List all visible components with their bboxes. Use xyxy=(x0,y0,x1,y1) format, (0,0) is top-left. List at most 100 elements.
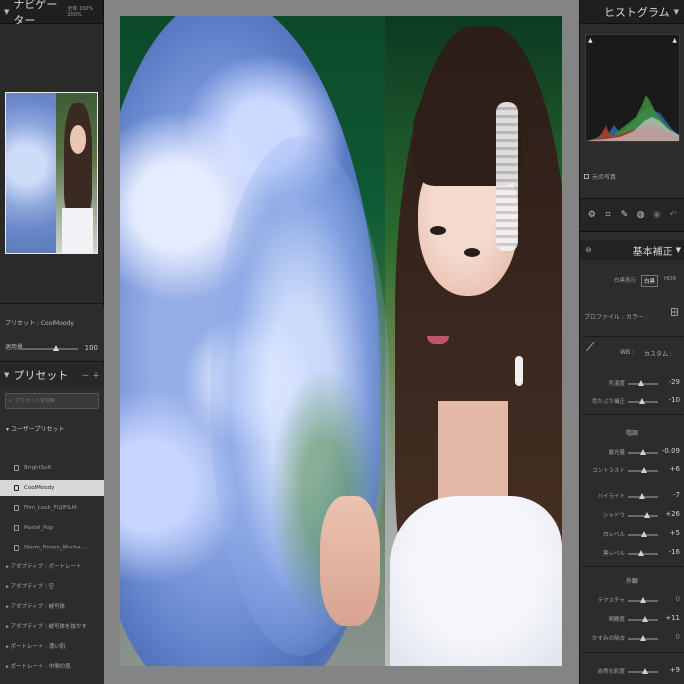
preset-group[interactable]: ▸ アダプティブ : 被写体を抜かす xyxy=(6,622,87,630)
slider-label: 黒レベル xyxy=(602,551,625,557)
vibrance-row: 自然な彩度 +9 xyxy=(580,665,684,677)
collapse-triangle-icon[interactable]: ▼ xyxy=(676,246,681,254)
preset-item[interactable]: Film_Look_FUJIFILM xyxy=(0,500,104,516)
preset-search-field[interactable]: ⌕ xyxy=(5,393,99,409)
slider-track[interactable] xyxy=(628,668,658,674)
collapse-triangle-icon[interactable]: ▼ xyxy=(4,8,9,16)
navigator-header[interactable]: ▼ ナビゲーター 全体 100% 200% xyxy=(0,0,103,27)
slider-row: かすみの除去 0 xyxy=(580,632,684,644)
slider-value[interactable]: 0 xyxy=(676,633,680,641)
slider-value[interactable]: -10 xyxy=(669,396,680,404)
profile-browser-icon[interactable] xyxy=(671,308,678,316)
slider-track[interactable] xyxy=(628,616,658,622)
slider-track[interactable] xyxy=(628,380,658,386)
slider-track[interactable] xyxy=(628,493,658,499)
treatment-bw-preview[interactable]: 白黒表示 xyxy=(614,276,636,284)
redeye-icon[interactable]: ◉ xyxy=(652,210,661,220)
highlight-clipping-icon[interactable]: ▲ xyxy=(672,37,677,44)
slider-value[interactable]: +11 xyxy=(665,614,680,622)
slider-track[interactable] xyxy=(628,635,658,641)
profile-label[interactable]: プロファイル : カラー : xyxy=(584,312,648,321)
healing-icon[interactable]: ✎ xyxy=(620,210,629,220)
shadow-clipping-icon[interactable]: ▲ xyxy=(588,37,593,44)
slider-value[interactable]: +6 xyxy=(670,465,680,473)
mask-icon[interactable]: ◍ xyxy=(636,210,645,220)
presence-title: 外観 xyxy=(626,578,639,585)
original-photo-toggle[interactable]: 元の写真 xyxy=(584,172,616,181)
collapse-triangle-icon[interactable]: ▼ xyxy=(4,371,9,379)
slider-value[interactable]: -29 xyxy=(669,378,680,386)
basic-panel-header[interactable]: ⊖ 基本補正 ▼ xyxy=(580,240,684,260)
slider-knob[interactable] xyxy=(640,531,647,537)
collapse-triangle-icon[interactable]: ▼ xyxy=(674,8,679,16)
slider-knob[interactable] xyxy=(640,597,646,603)
treatment-hdr[interactable]: HDR xyxy=(664,276,676,282)
slider-track[interactable] xyxy=(628,597,658,603)
wb-preset-select[interactable]: カスタム : xyxy=(644,349,672,358)
slider-row: テクスチャ 0 xyxy=(580,594,684,606)
slider-knob[interactable] xyxy=(641,616,648,622)
preset-item[interactable]: BrightSoft xyxy=(0,460,104,476)
preset-amount-panel: プリセット : CoolMoody 適用量 100 xyxy=(0,306,104,362)
slider-track[interactable] xyxy=(628,449,658,455)
slider-value[interactable]: 0 xyxy=(676,595,680,603)
preset-group[interactable]: ▸ アダプティブ : 被写体 xyxy=(6,602,65,610)
slider-knob[interactable] xyxy=(637,550,644,556)
slider-label: 色かぶり補正 xyxy=(591,399,625,405)
basic-panel-title: 基本補正 xyxy=(632,246,673,258)
presets-panel: ▼ プリセット － ＋ ⌕ ▾ ユーザープリセット BrightSoft Cool… xyxy=(0,364,104,684)
preset-search-input[interactable] xyxy=(14,398,95,404)
edit-sliders-icon[interactable]: ⚙ xyxy=(587,210,596,220)
panel-toggle-icon[interactable]: ⊖ xyxy=(584,245,593,255)
preset-item[interactable]: CoolMoody xyxy=(0,480,104,496)
crop-icon[interactable]: ⌗ xyxy=(604,210,613,220)
preset-group[interactable]: ▸ ポートレート : 濃い肌 xyxy=(6,642,65,650)
image-canvas[interactable] xyxy=(104,0,579,684)
slider-value[interactable]: +5 xyxy=(670,529,680,537)
slider-knob[interactable] xyxy=(640,467,647,473)
slider-track[interactable] xyxy=(628,398,658,404)
checkbox[interactable] xyxy=(584,174,589,179)
slider-knob[interactable] xyxy=(640,635,646,641)
slider-row: 黒レベル -16 xyxy=(580,547,684,559)
slider-knob[interactable] xyxy=(643,512,650,518)
wb-eyedropper-icon[interactable]: ⟋ xyxy=(586,340,596,360)
slider-track[interactable] xyxy=(628,467,658,473)
slider-knob[interactable] xyxy=(639,493,646,499)
slider-knob[interactable] xyxy=(639,449,646,455)
undo-icon[interactable]: ↶ xyxy=(669,210,678,220)
slider-track[interactable] xyxy=(628,512,658,518)
amount-slider[interactable] xyxy=(22,345,78,351)
slider-knob[interactable] xyxy=(641,668,648,674)
slider-value[interactable]: +26 xyxy=(665,510,680,518)
navigator-thumbnail[interactable] xyxy=(5,92,98,254)
slider-knob[interactable] xyxy=(637,380,644,386)
slider-value[interactable]: -0.09 xyxy=(662,447,680,455)
slider-knob[interactable] xyxy=(638,398,645,404)
navigator-preview[interactable] xyxy=(0,24,103,304)
histogram-ticks: ----- xyxy=(586,154,676,160)
slider-label: ハイライト xyxy=(597,494,625,500)
amount-slider-knob[interactable] xyxy=(52,345,59,351)
presets-title: プリセット xyxy=(13,369,69,382)
preset-group[interactable]: ▸ アダプティブ : 空 xyxy=(6,582,54,590)
main-photo[interactable] xyxy=(120,16,562,666)
presets-header[interactable]: ▼ プリセット － ＋ xyxy=(0,364,104,386)
slider-row: 露光量 -0.09 xyxy=(580,446,684,458)
navigator-zoom-levels[interactable]: 全体 100% 200% xyxy=(67,5,99,18)
preset-item[interactable]: Pastel_Pop xyxy=(0,520,104,536)
histogram[interactable]: ▲ ▲ xyxy=(585,34,680,142)
slider-value[interactable]: -7 xyxy=(673,491,680,499)
slider-track[interactable] xyxy=(628,531,658,537)
add-remove-preset-buttons[interactable]: － ＋ xyxy=(81,370,100,381)
slider-row: ハイライト -7 xyxy=(580,490,684,502)
amount-value[interactable]: 100 xyxy=(85,344,98,352)
slider-track[interactable] xyxy=(628,550,658,556)
histogram-header[interactable]: ヒストグラム ▼ xyxy=(580,0,684,24)
slider-value[interactable]: -16 xyxy=(669,548,680,556)
user-presets-group[interactable]: ▾ ユーザープリセット xyxy=(6,424,64,433)
preset-group[interactable]: ▸ ポートレート : 中間の肌 xyxy=(6,662,71,670)
preset-group[interactable]: ▸ アダプティブ : ポートレート xyxy=(6,562,82,570)
treatment-color[interactable]: 白黒 xyxy=(641,275,659,287)
slider-value[interactable]: +9 xyxy=(670,666,680,674)
